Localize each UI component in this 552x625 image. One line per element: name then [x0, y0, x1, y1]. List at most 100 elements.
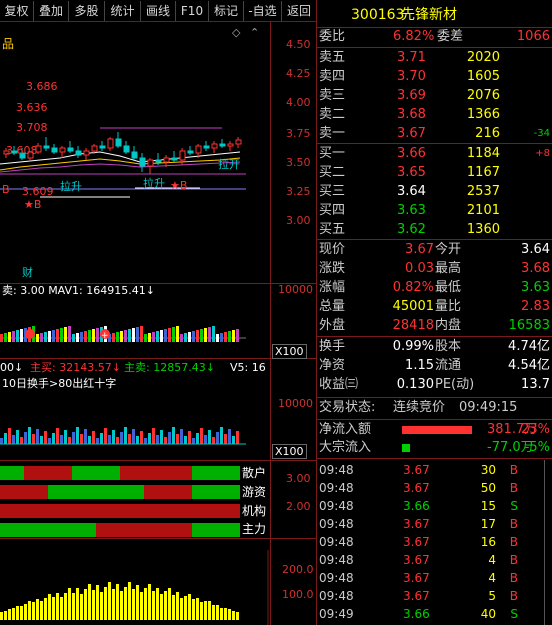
volume-bar: [132, 328, 135, 342]
indicator-bar: [152, 591, 155, 620]
tick-volume: 40: [480, 607, 496, 621]
volume-bar: [192, 331, 195, 342]
annotation-lakai: 拉开: [218, 158, 240, 171]
indicator-bar: [224, 608, 227, 620]
flow1-label: 净流入额: [319, 422, 372, 437]
flow-row-2: 大宗流入 -77.0万 -5%: [317, 439, 552, 457]
tick-row[interactable]: 09:48 3.67 16 B: [317, 533, 552, 551]
remove-favorite-button[interactable]: -自选: [244, 1, 282, 21]
indicator-bar: [36, 599, 39, 620]
flow-bar: [128, 434, 131, 444]
multi-stock-button[interactable]: 多股: [69, 1, 105, 21]
tick-direction: B: [509, 481, 518, 495]
sell-row-4[interactable]: 卖一 3.67 216 -34: [317, 125, 552, 143]
candle-body: [83, 150, 90, 156]
flow-bar: [116, 437, 119, 444]
draw-line-button[interactable]: 画线: [141, 1, 176, 21]
indicator-bar: [24, 604, 27, 620]
flow-chart: [0, 427, 246, 445]
buy-change: +8: [535, 148, 550, 159]
tick-row[interactable]: 09:48 3.67 17 B: [317, 515, 552, 533]
sell-row-2[interactable]: 卖三 3.69 2076: [317, 87, 552, 105]
buy-row-0[interactable]: 买一 3.66 1184 +8: [317, 145, 552, 163]
axis-separator: [270, 22, 271, 625]
indicator-bar: [236, 612, 239, 620]
indicator-bar: [16, 606, 19, 620]
flow-bar: [172, 427, 175, 444]
sell-row-3[interactable]: 卖二 3.68 1366: [317, 106, 552, 124]
flow-bar: [140, 431, 143, 444]
player-cell: [168, 504, 192, 518]
tick-row[interactable]: 09:48 3.67 4 B: [317, 569, 552, 587]
tick-row[interactable]: 09:48 3.67 30 B: [317, 461, 552, 479]
tick-volume: 50: [480, 481, 496, 495]
flow-bar: [132, 429, 135, 444]
tick-time: 09:48: [319, 589, 354, 603]
buy-row-3[interactable]: 买四 3.63 2101: [317, 202, 552, 220]
indicator-bar: [104, 587, 107, 620]
volume-bar: [48, 331, 51, 342]
volume-bar: [72, 334, 75, 342]
sell-row-0[interactable]: 卖五 3.71 2020: [317, 49, 552, 67]
indicator-bar: [140, 592, 143, 620]
weibi-value: 6.82%: [393, 29, 435, 44]
quote-header: 300163 先锋新材: [317, 6, 552, 26]
tick-volume: 4: [488, 553, 496, 567]
stat2-row-0: 换手 0.99% 股本 4.74亿: [317, 338, 552, 356]
indicator-bar: [44, 598, 47, 620]
vol-unit: X100: [272, 344, 307, 359]
price-label-5: 3.609: [22, 185, 54, 198]
flow-bar: [72, 432, 75, 444]
mark-button[interactable]: 标记: [209, 1, 244, 21]
tick-row[interactable]: 09:48 3.66 15 S: [317, 497, 552, 515]
flow2-bar: [402, 444, 410, 452]
indicator-bar: [228, 609, 231, 620]
indicator-bar: [184, 596, 187, 620]
flow-bar: [16, 430, 19, 444]
back-button[interactable]: 返回: [282, 1, 316, 21]
f10-button[interactable]: F10: [176, 1, 209, 21]
flow-bar: [192, 438, 195, 444]
sell-price: 3.70: [397, 69, 426, 84]
volume-bar: [64, 327, 67, 342]
indicator-bar: [0, 612, 3, 620]
flow-bar: [36, 429, 39, 444]
flow-bar: [12, 435, 15, 444]
sell-row-1[interactable]: 卖四 3.70 1605: [317, 68, 552, 86]
flow-bar: [24, 432, 27, 444]
player-cell: [72, 466, 96, 480]
indicator-bar: [20, 606, 23, 620]
volume-bar: [140, 326, 143, 342]
tick-price: 3.67: [403, 535, 430, 549]
indicator-bar: [12, 608, 15, 620]
buy-row-4[interactable]: 买五 3.62 1360: [317, 221, 552, 239]
player-cell: [168, 485, 192, 499]
tick-row[interactable]: 09:49 3.66 40 S: [317, 605, 552, 623]
volume-bar: [40, 333, 43, 342]
fuquan-button[interactable]: 复权: [0, 1, 34, 21]
stock-name: 先锋新材: [401, 7, 457, 23]
tick-row[interactable]: 09:48 3.67 50 B: [317, 479, 552, 497]
tick-row[interactable]: 09:48 3.67 5 B: [317, 587, 552, 605]
flow-unit: X100: [272, 444, 307, 459]
tick-time: 09:49: [319, 607, 354, 621]
overlay-button[interactable]: 叠加: [34, 1, 69, 21]
tick-row[interactable]: 09:48 3.67 4 B: [317, 551, 552, 569]
stat-label-2: 最高: [435, 261, 462, 276]
candle-body: [187, 150, 194, 154]
buy-volume: 2537: [466, 184, 500, 199]
stat-value-2: 2.83: [521, 299, 550, 314]
sell-volume: 1605: [466, 69, 500, 84]
statistics-button[interactable]: 统计: [105, 1, 141, 21]
weicha-value: 1066: [516, 29, 550, 44]
price-label-1: 3.686: [26, 80, 58, 93]
vol-axis: 10000: [278, 283, 313, 296]
indicator-bar: [168, 588, 171, 620]
stat2-value: 1.15: [405, 358, 434, 373]
indicator-bar: [176, 592, 179, 620]
tick-time: 09:48: [319, 535, 354, 549]
player-cell: [144, 485, 168, 499]
buy-row-1[interactable]: 买二 3.65 1167: [317, 164, 552, 182]
tick-scrollbar[interactable]: [544, 460, 545, 625]
buy-row-2[interactable]: 买三 3.64 2537: [317, 183, 552, 201]
